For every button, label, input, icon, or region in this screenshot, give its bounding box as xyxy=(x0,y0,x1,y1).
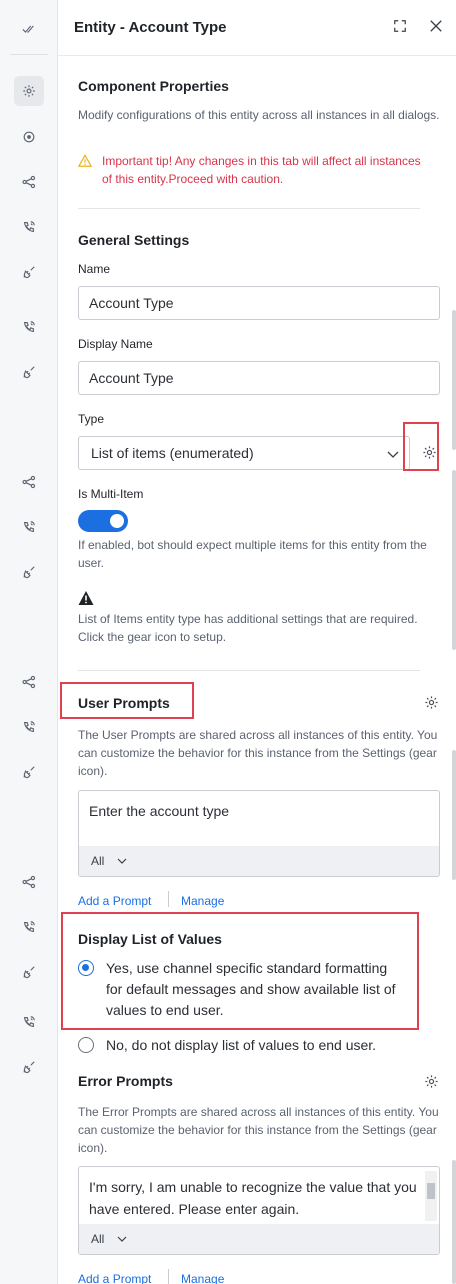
chevron-down-icon[interactable] xyxy=(117,1234,127,1244)
phone-call-icon[interactable] xyxy=(14,312,44,342)
warning-triangle-icon xyxy=(78,154,92,167)
alert-triangle-icon xyxy=(78,591,94,605)
scrollbar-thumb[interactable] xyxy=(427,1183,435,1199)
close-icon[interactable] xyxy=(425,15,447,37)
error-prompts-description: The Error Prompts are shared across all … xyxy=(78,1105,439,1155)
panel-title: Entity - Account Type xyxy=(74,19,227,36)
page-scrollbar[interactable] xyxy=(452,310,456,450)
name-input[interactable]: Account Type xyxy=(78,286,440,320)
panel-header: Entity - Account Type xyxy=(58,0,456,56)
prompt-footer: All xyxy=(79,846,439,876)
phone-call-icon[interactable] xyxy=(14,912,44,942)
error-prompts-title: Error Prompts xyxy=(78,1073,173,1089)
divider xyxy=(78,670,420,671)
target-icon[interactable] xyxy=(14,122,44,152)
component-description: Modify configurations of this entity acr… xyxy=(78,108,440,122)
phone-call-icon[interactable] xyxy=(14,1007,44,1037)
display-name-input[interactable]: Account Type xyxy=(78,361,440,395)
phone-call-icon[interactable] xyxy=(14,212,44,242)
error-prompts-gear-icon[interactable] xyxy=(421,1071,441,1091)
display-list-no-label[interactable]: No, do not display list of values to end… xyxy=(106,1035,426,1056)
display-list-title: Display List of Values xyxy=(78,931,222,947)
display-name-label: Display Name xyxy=(78,337,153,351)
share-node-icon[interactable] xyxy=(14,467,44,497)
user-prompt-text[interactable]: Enter the account type xyxy=(89,800,419,822)
list-items-note: List of Items entity type has additional… xyxy=(78,612,418,644)
type-settings-gear-icon[interactable] xyxy=(419,442,439,462)
manage-prompts-link[interactable]: Manage xyxy=(181,1272,224,1284)
chevron-down-icon xyxy=(387,451,399,458)
double-check-icon[interactable] xyxy=(14,14,44,44)
display-list-yes-radio[interactable] xyxy=(78,960,94,976)
plug-icon[interactable] xyxy=(14,757,44,787)
multi-item-help: If enabled, bot should expect multiple i… xyxy=(78,538,427,570)
multi-item-label: Is Multi-Item xyxy=(78,487,144,501)
name-label: Name xyxy=(78,262,111,276)
page-scrollbar[interactable] xyxy=(452,750,456,880)
multi-item-toggle[interactable] xyxy=(78,510,128,532)
plug-icon[interactable] xyxy=(14,957,44,987)
plug-icon[interactable] xyxy=(14,357,44,387)
warning-text: Important tip! Any changes in this tab w… xyxy=(102,154,421,186)
prompt-scrollbar[interactable] xyxy=(425,1171,437,1221)
phone-call-icon[interactable] xyxy=(14,512,44,542)
display-list-no-radio[interactable] xyxy=(78,1037,94,1053)
chevron-down-icon[interactable] xyxy=(117,856,127,866)
add-prompt-link[interactable]: Add a Prompt xyxy=(78,1272,151,1284)
plug-icon[interactable] xyxy=(14,257,44,287)
language-select[interactable]: All xyxy=(91,1232,104,1246)
share-node-icon[interactable] xyxy=(14,867,44,897)
type-select[interactable]: List of items (enumerated) xyxy=(78,436,410,470)
link-separator xyxy=(168,1269,169,1284)
left-rail xyxy=(0,0,58,1284)
plug-icon[interactable] xyxy=(14,557,44,587)
component-properties-title: Component Properties xyxy=(78,78,229,94)
type-select-value: List of items (enumerated) xyxy=(91,445,254,461)
error-prompt-text[interactable]: I'm sorry, I am unable to recognize the … xyxy=(89,1176,417,1220)
entity-panel: Entity - Account Type Component Properti… xyxy=(58,0,456,1284)
user-prompts-title: User Prompts xyxy=(78,695,170,711)
link-separator xyxy=(168,891,169,907)
page-scrollbar[interactable] xyxy=(452,470,456,650)
rail-divider xyxy=(10,54,48,55)
prompt-footer: All xyxy=(79,1224,439,1254)
user-prompt-editor[interactable]: Enter the account type All xyxy=(78,790,440,877)
user-prompts-gear-icon[interactable] xyxy=(421,692,441,712)
settings-gear-icon[interactable] xyxy=(14,76,44,106)
display-list-yes-label[interactable]: Yes, use channel specific standard forma… xyxy=(106,958,406,1021)
toggle-knob xyxy=(110,514,124,528)
share-node-icon[interactable] xyxy=(14,167,44,197)
phone-call-icon[interactable] xyxy=(14,712,44,742)
user-prompts-description: The User Prompts are shared across all i… xyxy=(78,728,438,778)
error-prompt-editor[interactable]: I'm sorry, I am unable to recognize the … xyxy=(78,1166,440,1255)
manage-prompts-link[interactable]: Manage xyxy=(181,894,224,908)
page-scrollbar[interactable] xyxy=(452,1160,456,1284)
general-settings-title: General Settings xyxy=(78,232,190,248)
expand-icon[interactable] xyxy=(389,15,411,37)
divider xyxy=(78,208,420,209)
plug-icon[interactable] xyxy=(14,1052,44,1082)
add-prompt-link[interactable]: Add a Prompt xyxy=(78,894,151,908)
type-label: Type xyxy=(78,412,105,426)
share-node-icon[interactable] xyxy=(14,667,44,697)
language-select[interactable]: All xyxy=(91,854,104,868)
